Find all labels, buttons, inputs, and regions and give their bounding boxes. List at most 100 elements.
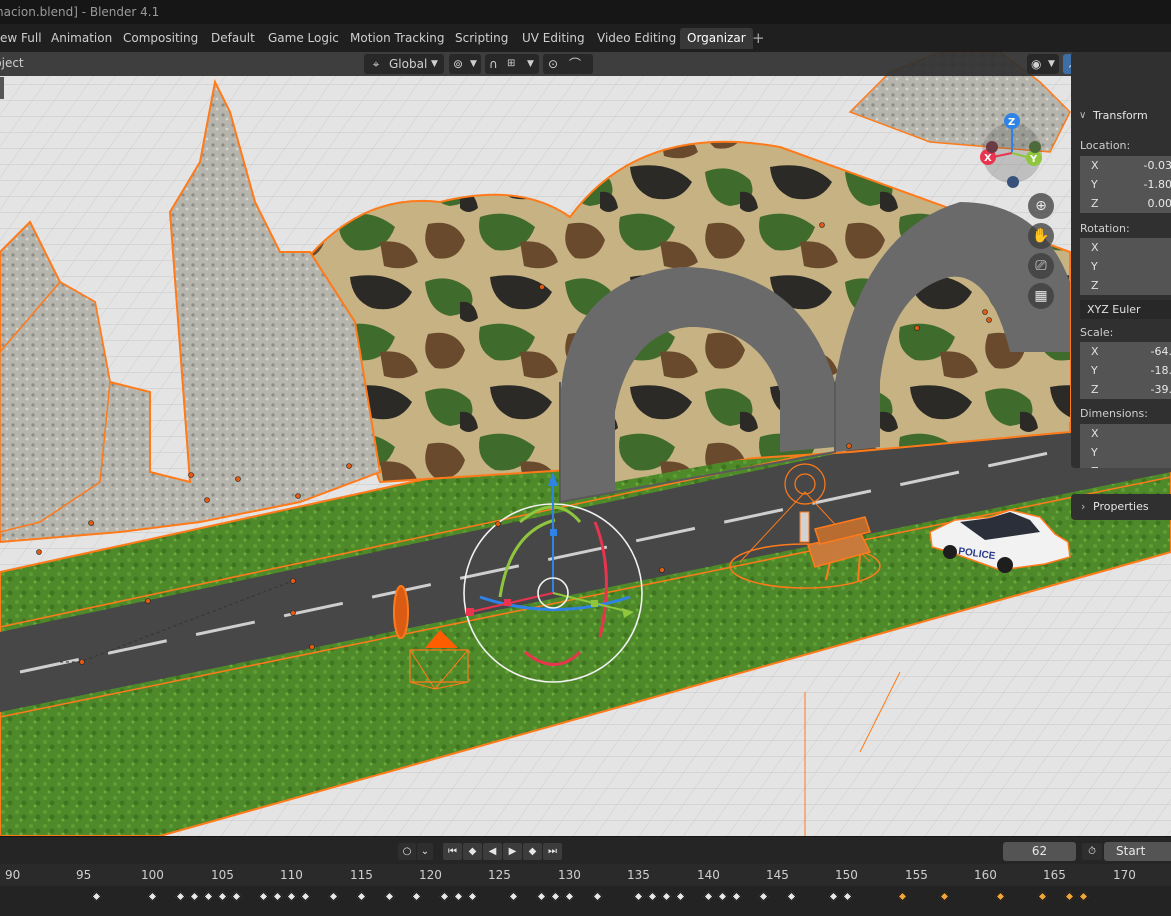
pivot-point-dropdown[interactable]: ⊚ ▼	[449, 54, 481, 74]
next-keyframe-icon[interactable]: ◆	[523, 843, 542, 860]
field-value: -1.80	[1143, 178, 1171, 191]
keyframe-selected[interactable]	[897, 891, 908, 902]
rotation-x-field[interactable]: X	[1080, 238, 1171, 257]
keyframe[interactable]	[175, 891, 186, 902]
keyframe-selected[interactable]	[1078, 891, 1089, 902]
transform-panel-header[interactable]: ∨ Transform	[1071, 105, 1171, 127]
proportional-editing-dropdown[interactable]: ⊙ ⌒	[543, 54, 593, 74]
keyframe[interactable]	[592, 891, 603, 902]
object-mode-menu[interactable]: bject	[0, 56, 24, 70]
3d-viewport[interactable]: POLICE ject ⌖ Global ▼ ⊚ ▼ ∩ ⊞ ▼ ⊙ ⌒ ◉ ▼…	[0, 52, 1171, 836]
hand-pan-icon[interactable]: ✋	[1028, 223, 1054, 249]
keyframe-selected[interactable]	[1037, 891, 1048, 902]
nav-gizmo-y-label[interactable]: Y	[1029, 154, 1038, 165]
keyframe[interactable]	[439, 891, 450, 902]
rotation-mode-dropdown[interactable]: XYZ Euler	[1080, 300, 1171, 319]
prev-keyframe-icon[interactable]: ◆	[463, 843, 482, 860]
keyframe[interactable]	[508, 891, 519, 902]
keyframe[interactable]	[300, 891, 311, 902]
navigation-gizmo[interactable]: Z X Y	[976, 110, 1056, 190]
scale-z-field[interactable]: Z -39.	[1080, 380, 1171, 399]
keyframe[interactable]	[356, 891, 367, 902]
nav-gizmo-x-label[interactable]: X	[984, 153, 992, 164]
tab-preview-full[interactable]: ew Full	[0, 28, 49, 49]
keyframe[interactable]	[675, 891, 686, 902]
keyframe[interactable]	[550, 891, 561, 902]
keyframe[interactable]	[786, 891, 797, 902]
keyframe[interactable]	[286, 891, 297, 902]
tab-scripting[interactable]: Scripting	[448, 28, 515, 49]
dimensions-y-field[interactable]: Y	[1080, 443, 1171, 462]
timeline-ruler[interactable]: 90 95 100 105 110 115 120 125 130 135 14…	[0, 864, 1171, 886]
nav-gizmo-z-label[interactable]: Z	[1008, 117, 1015, 128]
jump-to-end-icon[interactable]: ⏭	[543, 843, 562, 860]
perspective-grid-icon[interactable]: ▦	[1028, 283, 1054, 309]
keyframe[interactable]	[147, 891, 158, 902]
ruler-tick: 160	[974, 868, 997, 882]
keyframe[interactable]	[842, 891, 853, 902]
keyframe[interactable]	[258, 891, 269, 902]
ruler-tick: 90	[5, 868, 21, 882]
rotation-y-field[interactable]: Y	[1080, 257, 1171, 276]
tab-game-logic[interactable]: Game Logic	[261, 28, 346, 49]
keyframe-selected[interactable]	[939, 891, 950, 902]
keyframe[interactable]	[647, 891, 658, 902]
keyframe[interactable]	[467, 891, 478, 902]
rotation-z-field[interactable]: Z	[1080, 276, 1171, 295]
auto-keying-icon[interactable]: ○	[398, 843, 416, 860]
ruler-tick: 105	[211, 868, 234, 882]
keyframe[interactable]	[217, 891, 228, 902]
scale-y-field[interactable]: Y -18.	[1080, 361, 1171, 380]
play-reverse-icon[interactable]: ◀	[483, 843, 502, 860]
keyframe[interactable]	[661, 891, 672, 902]
keyframe[interactable]	[633, 891, 644, 902]
tab-organizar[interactable]: Organizar	[680, 28, 753, 49]
dimensions-x-field[interactable]: X	[1080, 424, 1171, 443]
camera-view-icon[interactable]: ⎚	[1028, 253, 1054, 279]
tab-compositing[interactable]: Compositing	[116, 28, 205, 49]
current-frame-field[interactable]: 62	[1003, 842, 1076, 861]
tab-uv-editing[interactable]: UV Editing	[515, 28, 592, 49]
tab-animation[interactable]: Animation	[44, 28, 119, 49]
keyframe[interactable]	[91, 891, 102, 902]
properties-panel-header[interactable]: › Properties	[1071, 494, 1171, 520]
dimensions-z-field[interactable]: Z	[1080, 462, 1171, 468]
toolbar-stub[interactable]	[0, 77, 4, 99]
keyframe[interactable]	[703, 891, 714, 902]
play-icon[interactable]: ▶	[503, 843, 522, 860]
start-frame-field[interactable]: Start	[1104, 842, 1171, 861]
location-x-field[interactable]: X -0.03	[1080, 156, 1171, 175]
keyframe[interactable]	[203, 891, 214, 902]
keyframe[interactable]	[411, 891, 422, 902]
keyframe[interactable]	[328, 891, 339, 902]
transform-orientation-dropdown[interactable]: ⌖ Global ▼	[364, 54, 444, 74]
scale-x-field[interactable]: X -64.	[1080, 342, 1171, 361]
keyframe[interactable]	[272, 891, 283, 902]
jump-to-start-icon[interactable]: ⏮	[443, 843, 462, 860]
keyframe[interactable]	[189, 891, 200, 902]
keyframe[interactable]	[758, 891, 769, 902]
add-workspace-button[interactable]: +	[752, 28, 765, 49]
keyframe-selected[interactable]	[995, 891, 1006, 902]
keyframe[interactable]	[828, 891, 839, 902]
zoom-icon[interactable]: ⊕	[1028, 193, 1054, 219]
stopwatch-icon[interactable]: ⏱	[1082, 843, 1102, 860]
visibility-dropdown[interactable]: ◉ ▼	[1027, 54, 1059, 74]
tab-default[interactable]: Default	[204, 28, 262, 49]
location-z-field[interactable]: Z 0.00	[1080, 194, 1171, 213]
keyframe-track[interactable]	[0, 886, 1171, 916]
keyframe[interactable]	[564, 891, 575, 902]
keyframe[interactable]	[536, 891, 547, 902]
keyframe-selected[interactable]	[1064, 891, 1075, 902]
keyframe[interactable]	[453, 891, 464, 902]
keyframe[interactable]	[231, 891, 242, 902]
tab-motion-tracking[interactable]: Motion Tracking	[343, 28, 451, 49]
axis-label: Z	[1091, 197, 1099, 210]
tab-video-editing[interactable]: Video Editing	[590, 28, 683, 49]
location-y-field[interactable]: Y -1.80	[1080, 175, 1171, 194]
chevron-down-icon[interactable]: ⌄	[417, 843, 433, 860]
snap-dropdown[interactable]: ∩ ⊞ ▼	[485, 54, 539, 74]
keyframe[interactable]	[717, 891, 728, 902]
keyframe[interactable]	[384, 891, 395, 902]
keyframe[interactable]	[731, 891, 742, 902]
